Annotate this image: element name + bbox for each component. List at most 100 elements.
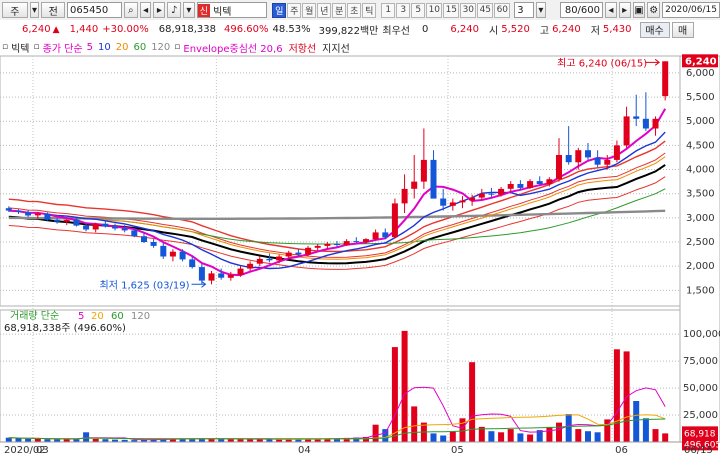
volume-bar[interactable] (565, 414, 572, 442)
volume-bar[interactable] (15, 438, 22, 442)
candle-body[interactable] (102, 223, 109, 227)
candle-body[interactable] (83, 225, 90, 230)
candle-body[interactable] (169, 251, 176, 257)
candle-body[interactable] (430, 159, 437, 199)
candle-body[interactable] (179, 251, 186, 260)
candle-body[interactable] (227, 274, 234, 278)
volume-bar[interactable] (382, 429, 389, 442)
candle-body[interactable] (324, 244, 331, 246)
volume-bar[interactable] (556, 422, 562, 442)
candle-body[interactable] (527, 181, 534, 188)
candle-body[interactable] (411, 181, 418, 189)
candle-body[interactable] (556, 155, 562, 180)
candle-body[interactable] (92, 223, 99, 230)
volume-bar[interactable] (652, 429, 659, 442)
candle-body[interactable] (305, 247, 312, 255)
candle-body[interactable] (459, 200, 466, 203)
volume-bar[interactable] (430, 433, 437, 442)
volume-bar[interactable] (411, 406, 418, 442)
candle-body[interactable] (353, 241, 360, 243)
candle-body[interactable] (488, 193, 495, 195)
candle-body[interactable] (34, 213, 41, 216)
volume-bar[interactable] (83, 432, 90, 442)
candle-body[interactable] (565, 155, 572, 163)
volume-bar[interactable] (391, 347, 398, 442)
candle-body[interactable] (575, 150, 582, 163)
candle-body[interactable] (536, 181, 543, 184)
candle-body[interactable] (150, 242, 157, 246)
candle-body[interactable] (469, 197, 476, 201)
candle-body[interactable] (295, 252, 302, 255)
candle-body[interactable] (343, 241, 350, 245)
volume-bar[interactable] (401, 330, 408, 442)
candle-body[interactable] (440, 198, 447, 206)
volume-bar[interactable] (613, 349, 620, 442)
candle-body[interactable] (25, 212, 32, 216)
candle-body[interactable] (372, 232, 379, 240)
candle-body[interactable] (208, 273, 215, 281)
candle-body[interactable] (141, 236, 147, 242)
candle-body[interactable] (247, 263, 254, 269)
candle-body[interactable] (44, 213, 51, 220)
candle-body[interactable] (478, 193, 485, 198)
volume-bar[interactable] (372, 424, 379, 442)
candle-body[interactable] (363, 239, 369, 242)
candle-body[interactable] (285, 252, 292, 257)
candle-body[interactable] (642, 118, 649, 129)
candle-body[interactable] (594, 157, 601, 165)
candle-body[interactable] (54, 219, 61, 222)
candle-body[interactable] (5, 208, 12, 211)
candle-body[interactable] (160, 245, 167, 257)
candle-body[interactable] (546, 179, 553, 184)
candle-body[interactable] (334, 244, 340, 245)
price-tick-label: 4,000 (686, 165, 715, 176)
candle-body[interactable] (112, 226, 118, 229)
candle-body[interactable] (517, 184, 524, 188)
volume-tick-label: 25,000 (683, 410, 718, 421)
candle-body[interactable] (276, 256, 283, 261)
candle-body[interactable] (218, 273, 225, 278)
volume-bar[interactable] (527, 434, 534, 443)
candle-body[interactable] (585, 150, 591, 158)
candle-body[interactable] (449, 202, 456, 206)
volume-bar[interactable] (488, 431, 495, 442)
volume-bar[interactable] (498, 432, 505, 442)
volume-bar[interactable] (594, 432, 601, 442)
candle-body[interactable] (498, 188, 505, 195)
candle-body[interactable] (401, 188, 408, 204)
candle-body[interactable] (382, 232, 389, 238)
candle-body[interactable] (623, 116, 630, 146)
candle-body[interactable] (613, 145, 620, 160)
volume-bar[interactable] (517, 433, 524, 442)
candle-body[interactable] (15, 210, 22, 212)
candle-body[interactable] (131, 230, 138, 237)
candle-body[interactable] (237, 268, 244, 275)
price-tick-label: 5,000 (686, 116, 715, 127)
candle-body[interactable] (314, 245, 321, 248)
candle-body[interactable] (420, 159, 427, 182)
candle-body[interactable] (121, 228, 128, 231)
candle-body[interactable] (652, 118, 659, 129)
candle-body[interactable] (189, 259, 196, 268)
volume-bar[interactable] (633, 401, 640, 442)
volume-bar[interactable] (449, 431, 456, 442)
candle-body[interactable] (507, 184, 514, 189)
volume-bar[interactable] (642, 418, 649, 442)
candle-body[interactable] (633, 116, 640, 119)
volume-bar[interactable] (440, 435, 447, 443)
volume-bar[interactable] (585, 431, 591, 442)
volume-bar[interactable] (507, 429, 514, 442)
volume-bar[interactable] (5, 437, 12, 442)
volume-bar[interactable] (546, 426, 553, 442)
candle-body[interactable] (198, 267, 205, 281)
current-price-label: 6,240 (685, 56, 717, 67)
volume-bar[interactable] (575, 429, 582, 442)
candle-body[interactable] (391, 203, 398, 238)
candle-body[interactable] (73, 219, 80, 226)
candle-body[interactable] (256, 258, 263, 264)
candle-body[interactable] (662, 61, 669, 97)
candle-body[interactable] (63, 219, 70, 222)
candle-body[interactable] (266, 258, 273, 261)
volume-bar[interactable] (662, 433, 669, 442)
candle-body[interactable] (604, 159, 611, 165)
